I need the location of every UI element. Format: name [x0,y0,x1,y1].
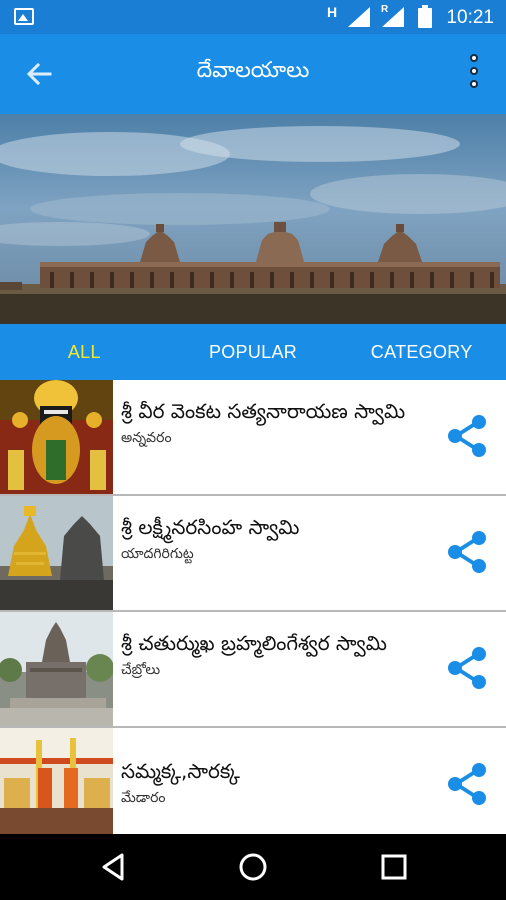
stone-temple-image [0,612,113,726]
screen: H R 10:21 దేవాలయాలు ALL POPULAR CATEGORY… [0,0,506,900]
share-button[interactable] [444,644,492,692]
page-title: దేవాలయాలు [196,58,310,83]
tab-category[interactable]: CATEGORY [337,324,506,380]
more-options-button[interactable] [462,54,486,94]
item-text: సమ్మక్క,సారక్క మేడారం [121,756,431,808]
nav-recents-icon [381,854,407,880]
thumbnail [0,380,113,494]
festival-shrine-image [0,728,113,834]
thumbnail [0,612,113,726]
temple-place: యాదగిరిగుట్ట [121,546,194,562]
share-icon [448,763,486,805]
network-type-label: H [327,4,338,20]
temple-list: శ్రీ వీర వెంకట సత్యనారాయణ స్వామి అన్నవరం [0,380,506,834]
thumbnail [0,496,113,610]
tab-all[interactable]: ALL [0,324,169,380]
status-clock: 10:21 [446,7,494,28]
tab-bar: ALL POPULAR CATEGORY [0,324,506,380]
temple-place: మేడారం [121,790,166,806]
nav-recents-button[interactable] [376,849,412,885]
temple-name: శ్రీ చతుర్ముఖ బ్రహ్మలింగేశ్వర స్వామి [121,631,387,655]
gallery-icon [14,8,34,25]
nav-home-icon [239,853,267,881]
roaming-signal-icon [382,7,404,27]
hero-banner [0,114,506,324]
share-button[interactable] [444,760,492,808]
temple-name: శ్రీ వీర వెంకట సత్యనారాయణ స్వామి [121,399,406,423]
temple-name: శ్రీ లక్ష్మీనరసింహ స్వామి [121,515,300,539]
list-item[interactable]: శ్రీ చతుర్ముఖ బ్రహ్మలింగేశ్వర స్వామి చేబ… [0,612,506,728]
nav-back-button[interactable] [96,849,132,885]
nav-home-button[interactable] [235,849,271,885]
temple-banner-image [0,114,506,324]
nav-back-icon [102,853,124,881]
temple-place: చేబ్రోలు [121,662,161,678]
item-text: శ్రీ వీర వెంకట సత్యనారాయణ స్వామి అన్నవరం [121,396,431,448]
share-button[interactable] [444,528,492,576]
temple-name: సమ్మక్క,సారక్క [121,759,240,783]
share-button[interactable] [444,412,492,460]
tab-popular[interactable]: POPULAR [169,324,338,380]
signal-icon [348,7,370,27]
item-text: శ్రీ చతుర్ముఖ బ్రహ్మలింగేశ్వర స్వామి చేబ… [121,628,431,680]
share-icon [448,415,486,457]
item-text: శ్రీ లక్ష్మీనరసింహ స్వామి యాదగిరిగుట్ట [121,512,431,564]
system-nav-bar [0,834,506,900]
list-item[interactable]: శ్రీ లక్ష్మీనరసింహ స్వామి యాదగిరిగుట్ట [0,496,506,612]
share-icon [448,647,486,689]
golden-gopuram-image [0,496,113,610]
battery-icon [418,5,432,28]
satyanarayana-deity-image [0,380,113,494]
thumbnail [0,728,113,834]
status-bar: H R 10:21 [0,0,506,34]
list-item[interactable]: సమ్మక్క,సారక్క మేడారం [0,728,506,834]
share-icon [448,531,486,573]
app-bar: దేవాలయాలు [0,34,506,114]
list-item[interactable]: శ్రీ వీర వెంకట సత్యనారాయణ స్వామి అన్నవరం [0,380,506,496]
more-vert-icon [470,54,478,62]
temple-place: అన్నవరం [121,430,172,446]
